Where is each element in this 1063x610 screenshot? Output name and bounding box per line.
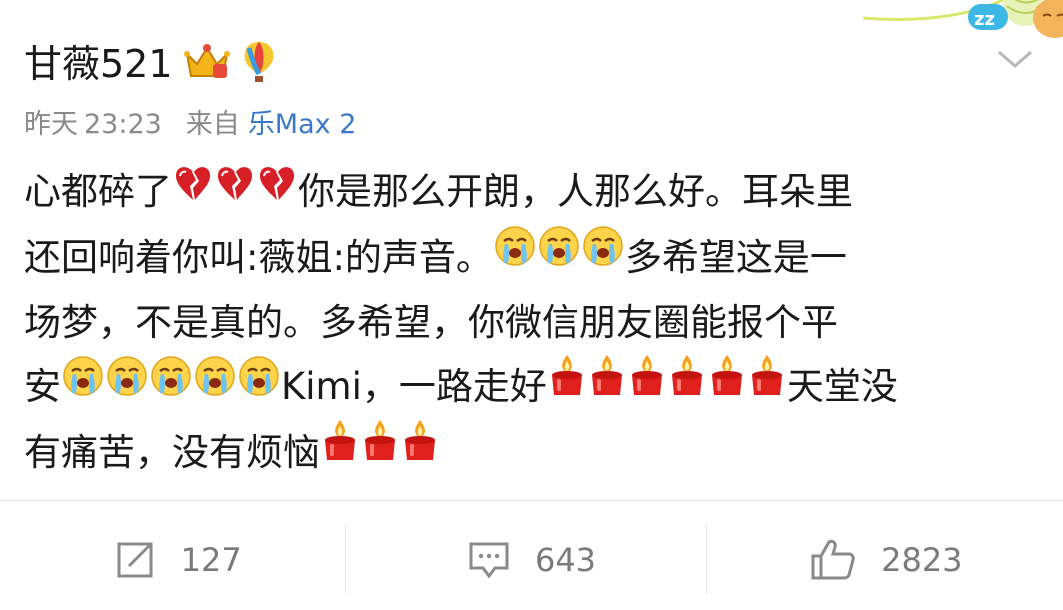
broken-heart-icon xyxy=(215,158,255,222)
action-separator xyxy=(345,524,346,594)
post-header: 甘薇521 xyxy=(24,36,277,92)
like-button[interactable]: 2823 xyxy=(709,510,1063,610)
candle-icon xyxy=(668,353,706,417)
content-text: 你是那么开朗，人那么好。耳朵里 xyxy=(298,170,853,213)
time-label: 昨天 xyxy=(24,109,78,140)
comment-icon xyxy=(469,542,509,579)
content-text: 还回响着你叫:薇姐:的声音。 xyxy=(24,235,493,279)
from-label: 来自 xyxy=(185,109,240,140)
action-bar: 127 643 2823 xyxy=(0,510,1063,610)
crying-face-icon xyxy=(538,223,580,287)
crying-face-icon xyxy=(194,353,236,417)
content-line: 有痛苦，没有烦恼 xyxy=(24,418,1024,487)
action-separator xyxy=(706,524,707,594)
content-line: 还回响着你叫:薇姐:的声音。 多希望这是一 xyxy=(24,226,1024,292)
content-text: 天堂没 xyxy=(786,365,898,408)
candle-icon xyxy=(588,353,626,417)
content-text: 安 xyxy=(24,365,61,408)
candle-icon xyxy=(321,418,359,482)
crown-icon[interactable] xyxy=(183,42,231,86)
comment-button[interactable]: 643 xyxy=(354,510,708,610)
crying-face-icon xyxy=(582,223,624,287)
crying-face-icon xyxy=(238,353,280,417)
candle-icon xyxy=(401,418,439,482)
broken-heart-icon xyxy=(257,158,297,222)
comment-count: 643 xyxy=(534,541,597,579)
balloon-icon[interactable] xyxy=(241,40,277,88)
content-text: Kimi，一路走好 xyxy=(281,365,547,408)
broken-heart-icon xyxy=(173,158,213,222)
repost-count: 127 xyxy=(180,541,242,579)
crying-face-icon xyxy=(62,353,104,417)
post-time: 23:23 xyxy=(84,109,162,140)
crying-face-icon xyxy=(150,353,192,417)
candle-icon xyxy=(748,353,786,417)
candle-icon xyxy=(708,353,746,417)
repost-button[interactable]: 127 xyxy=(0,510,354,610)
device-link[interactable]: 乐Max 2 xyxy=(248,106,357,144)
divider xyxy=(0,500,1063,501)
candle-icon xyxy=(548,353,586,417)
candle-icon xyxy=(628,353,666,417)
author-name[interactable]: 甘薇521 xyxy=(24,36,173,92)
post-content: 心都碎了 你是那么开朗，人那么好。耳朵里还回响着你叫:薇姐:的声音。 多希望这是一场… xyxy=(24,160,1024,486)
repost-icon xyxy=(117,542,153,578)
card-decoration: zz xyxy=(862,0,1063,38)
like-count: 2823 xyxy=(881,541,963,579)
post-meta: 昨天 23:23 来自 乐Max 2 xyxy=(24,106,356,144)
crying-face-icon xyxy=(494,223,536,287)
content-text: 场梦，不是真的。多希望，你微信朋友圈能报个平 xyxy=(24,301,838,344)
content-text: 心都碎了 xyxy=(24,170,172,213)
content-line: 心都碎了 你是那么开朗，人那么好。耳朵里 xyxy=(24,160,1024,226)
chevron-down-icon[interactable] xyxy=(995,46,1035,72)
content-line: 场梦，不是真的。多希望，你微信朋友圈能报个平 xyxy=(24,291,1024,355)
content-text: 多希望这是一 xyxy=(624,235,847,279)
thumbs-up-icon xyxy=(811,539,855,580)
svg-text:zz: zz xyxy=(974,9,995,30)
crying-face-icon xyxy=(106,353,148,417)
candle-icon xyxy=(361,418,399,482)
content-text: 有痛苦，没有烦恼 xyxy=(24,430,320,474)
content-line: 安 Kimi，一路走好 天堂没 xyxy=(24,353,1024,421)
